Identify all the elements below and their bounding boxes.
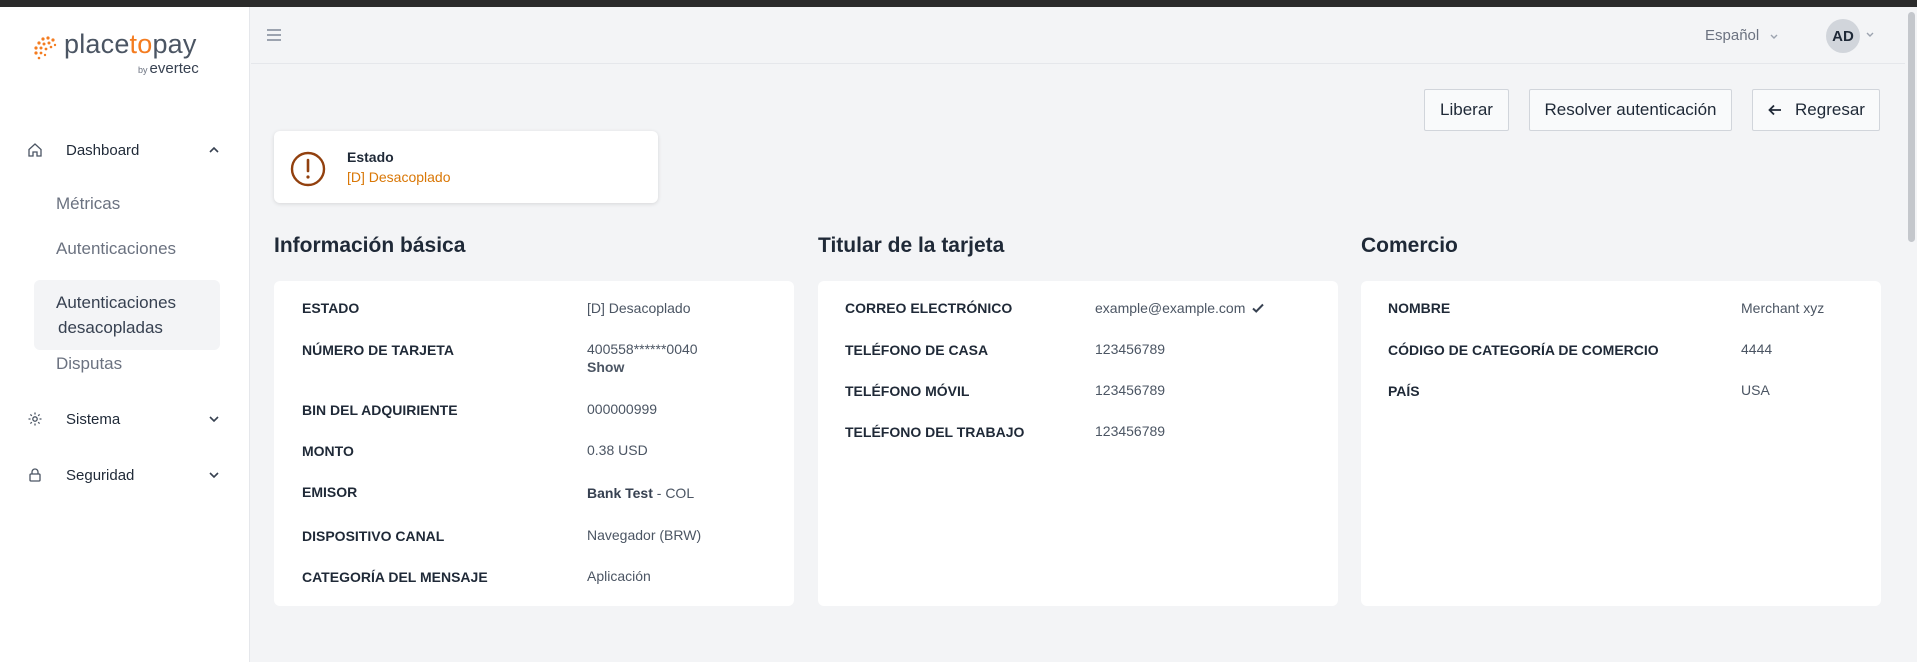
field-value: 123456789 — [1095, 341, 1166, 357]
issuer-country: - COL — [652, 485, 695, 501]
email-text: example@example.com — [1095, 300, 1246, 316]
issuer-bank-name: Bank Test — [587, 485, 653, 501]
avatar[interactable]: AD — [1826, 19, 1860, 53]
chevron-down-icon — [209, 416, 219, 423]
sidebar: placetopay by evertec Dashboard Métricas … — [0, 7, 250, 662]
section-title-basic-info: Información básica — [274, 234, 466, 257]
field-label: ESTADO — [302, 300, 360, 316]
field-label: TELÉFONO MÓVIL — [845, 383, 970, 399]
lock-icon — [26, 466, 44, 484]
issuer-value: Bank Test - COL — [587, 485, 694, 501]
liberar-button[interactable]: Liberar — [1424, 89, 1509, 131]
email-value: example@example.com — [1095, 300, 1265, 316]
section-title-merchant: Comercio — [1361, 234, 1458, 257]
gear-icon — [26, 410, 44, 428]
page-scrollbar-thumb[interactable] — [1908, 12, 1915, 242]
sidebar-item-disputas[interactable]: Disputas — [56, 354, 122, 374]
sidebar-item-label: Sistema — [66, 410, 121, 428]
chevron-down-icon — [1770, 34, 1778, 39]
field-label: EMISOR — [302, 484, 358, 500]
regresar-button[interactable]: Regresar — [1752, 89, 1880, 131]
chevron-up-icon — [209, 146, 219, 153]
field-label: TELÉFONO DEL TRABAJO — [845, 424, 1025, 440]
field-label: CATEGORÍA DEL MENSAJE — [302, 569, 488, 585]
logo-subtitle: by evertec — [138, 60, 199, 77]
status-value: [D] Desacoplado — [347, 169, 451, 185]
field-label: BIN DEL ADQUIRIENTE — [302, 402, 458, 418]
field-label: NOMBRE — [1388, 300, 1451, 316]
field-label: PAÍS — [1388, 383, 1420, 399]
regresar-label: Regresar — [1795, 100, 1865, 119]
field-value: Merchant xyz — [1741, 300, 1825, 316]
resolver-autenticacion-button[interactable]: Resolver autenticación — [1529, 89, 1732, 131]
field-value: 000000999 — [587, 401, 658, 417]
field-value: 123456789 — [1095, 382, 1166, 398]
field-value: Navegador (BRW) — [587, 527, 702, 543]
arrow-left-icon — [1768, 104, 1782, 116]
section-title-cardholder: Titular de la tarjeta — [818, 234, 1005, 257]
field-label: DISPOSITIVO CANAL — [302, 528, 445, 544]
language-label: Español — [1705, 27, 1760, 44]
sidebar-item-metricas[interactable]: Métricas — [56, 194, 120, 214]
field-label: MONTO — [302, 443, 354, 459]
card-number-value: 400558******0040 — [587, 341, 698, 357]
menu-toggle-icon[interactable] — [267, 29, 281, 41]
top-header: Español AD — [251, 7, 1917, 64]
check-icon — [1252, 303, 1265, 313]
chevron-down-icon — [209, 472, 219, 479]
merchant-panel: NOMBRE Merchant xyz CÓDIGO DE CATEGORÍA … — [1361, 281, 1881, 606]
field-value: USA — [1741, 382, 1770, 398]
placetopay-logo[interactable]: placetopay by evertec — [30, 29, 220, 79]
language-selector[interactable]: Español — [1705, 27, 1779, 44]
field-value: 123456789 — [1095, 423, 1166, 439]
show-card-number-link[interactable]: Show — [587, 359, 624, 375]
sidebar-item-label: Dashboard — [66, 141, 140, 159]
status-title: Estado — [347, 149, 394, 165]
field-value: 4444 — [1741, 341, 1773, 357]
basic-info-panel: ESTADO [D] Desacoplado NÚMERO DE TARJETA… — [274, 281, 794, 606]
status-card: Estado [D] Desacoplado — [274, 131, 658, 203]
sidebar-item-autenticaciones-desacopladas[interactable]: Autenticaciones desacopladas — [34, 280, 220, 350]
sidebar-item-sistema[interactable]: Sistema — [26, 402, 222, 436]
cardholder-panel: CORREO ELECTRÓNICO example@example.com T… — [818, 281, 1338, 606]
logo-dots-icon — [34, 36, 57, 60]
field-value: [D] Desacoplado — [587, 300, 691, 316]
window-top-strip — [0, 0, 1917, 7]
field-label: TELÉFONO DE CASA — [845, 342, 989, 358]
home-icon — [26, 141, 44, 159]
logo-wordmark: placetopay — [64, 29, 197, 59]
field-value: Aplicación — [587, 568, 651, 584]
exclamation-circle-icon — [290, 151, 326, 187]
field-value: 0.38 USD — [587, 442, 648, 458]
sidebar-item-label: Autenticaciones desacopladas — [56, 293, 177, 337]
sidebar-item-dashboard[interactable]: Dashboard — [26, 133, 222, 167]
field-label: NÚMERO DE TARJETA — [302, 342, 454, 358]
sidebar-item-autenticaciones[interactable]: Autenticaciones — [56, 239, 176, 259]
chevron-down-icon[interactable] — [1865, 29, 1875, 39]
sidebar-item-label: Seguridad — [66, 466, 135, 484]
field-label: CORREO ELECTRÓNICO — [845, 300, 1013, 316]
sidebar-item-seguridad[interactable]: Seguridad — [26, 458, 222, 492]
field-label: CÓDIGO DE CATEGORÍA DE COMERCIO — [1388, 342, 1659, 358]
